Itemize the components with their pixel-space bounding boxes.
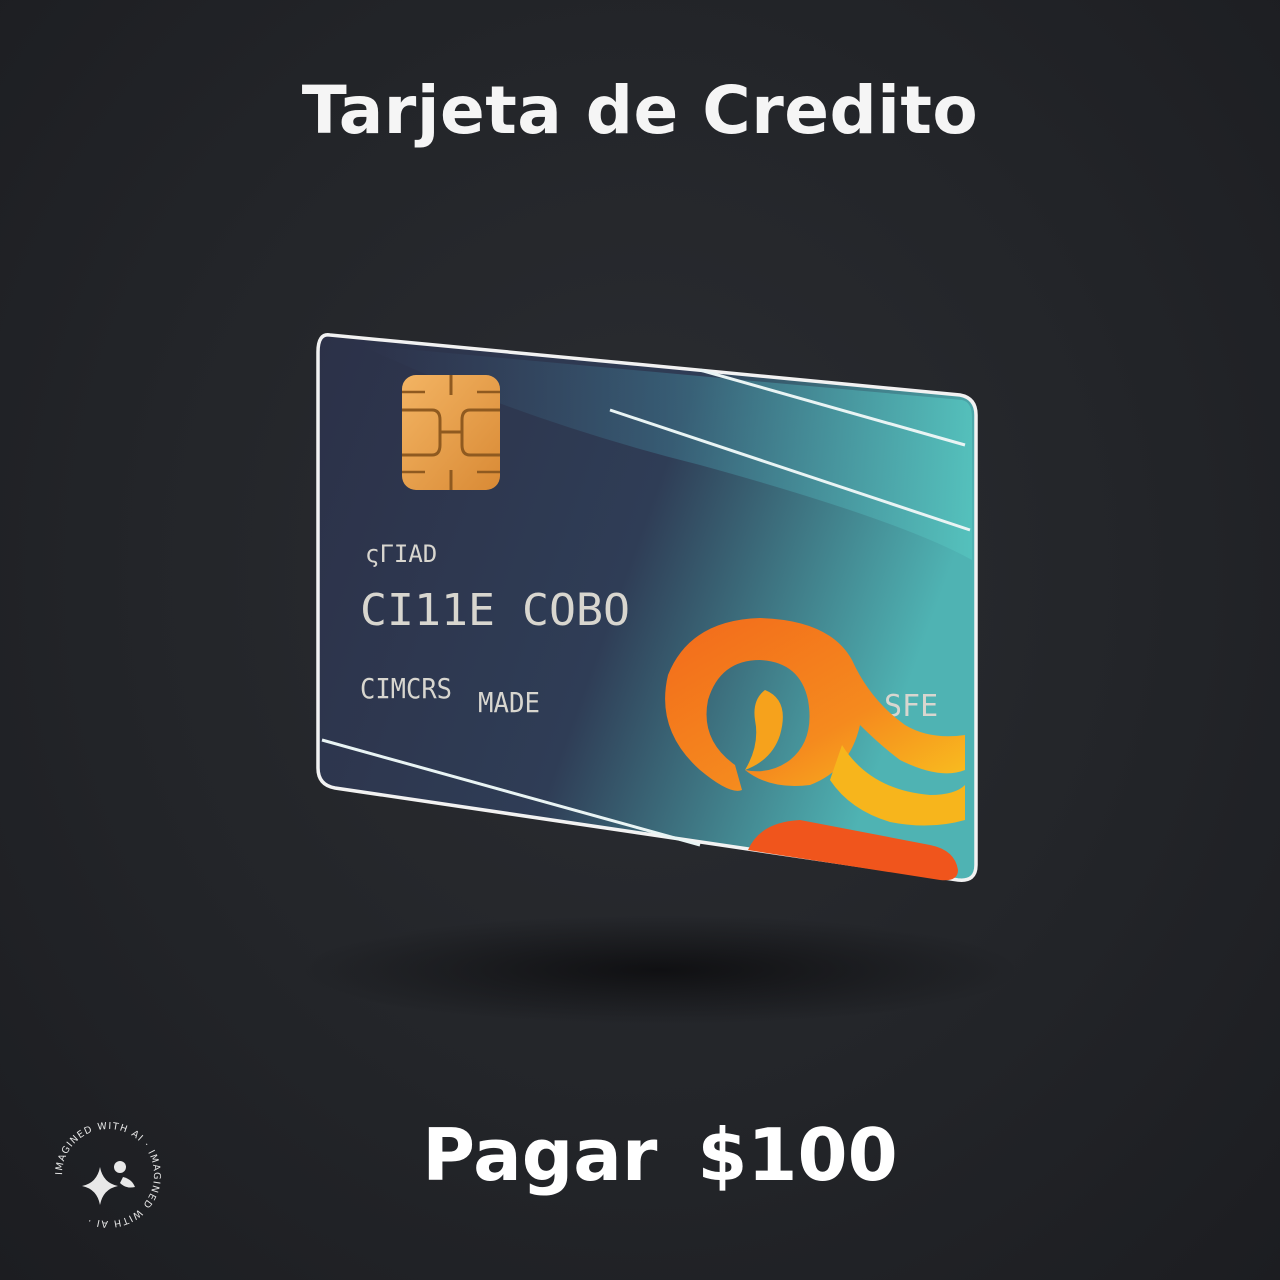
sparkle-icon [82,1161,135,1205]
pay-amount: $100 [697,1113,898,1197]
pay-label: Pagar [422,1113,658,1197]
watermark-ring-text: IMAGINED WITH AI · IMAGINED WITH AI · [54,1121,161,1229]
card-small-label: ςΓΙΑD [365,540,437,568]
card-holder-right: MADE [478,686,540,719]
card-number-text: CI11E COΒO [360,585,630,636]
card-holder-left: CIMCRS [360,672,452,705]
svg-text:IMAGINED WITH AI · IMAGINED WI: IMAGINED WITH AI · IMAGINED WITH AI · [54,1121,162,1229]
credit-card-svg: ςΓΙΑD CI11E COΒO CIMCRS MADE SFE [300,333,1020,1025]
watermark-svg: IMAGINED WITH AI · IMAGINED WITH AI · [54,1121,162,1229]
pay-button[interactable]: Pagar $100 [390,1105,930,1205]
card-shadow [300,915,1020,1025]
chip-icon [402,375,500,490]
watermark-badge: IMAGINED WITH AI · IMAGINED WITH AI · [48,1115,168,1235]
credit-card-illustration: ςΓΙΑD CI11E COΒO CIMCRS MADE SFE [0,0,1280,1280]
